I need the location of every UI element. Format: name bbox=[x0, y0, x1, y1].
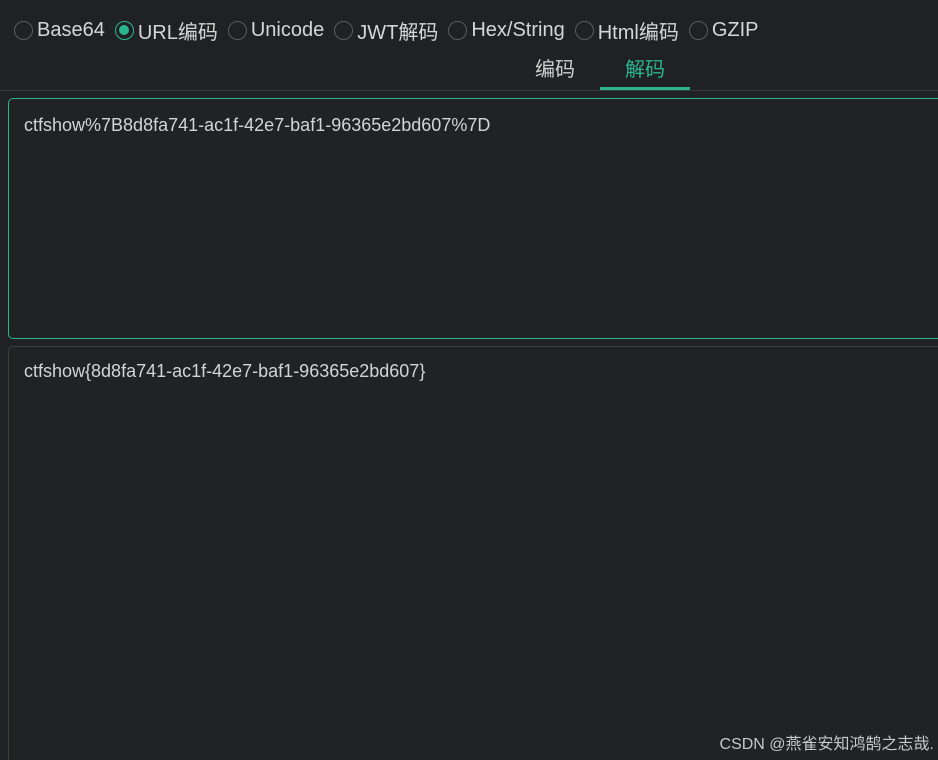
direction-tabs: 编码 解码 bbox=[510, 54, 690, 90]
radio-circle-icon[interactable] bbox=[574, 20, 594, 40]
radio-label: GZIP bbox=[711, 18, 759, 41]
radio-circle-icon[interactable] bbox=[334, 20, 354, 40]
radio-label: Html编码 bbox=[597, 21, 679, 44]
radio-url-encode[interactable]: URL编码 bbox=[114, 16, 218, 45]
radio-gzip[interactable]: GZIP bbox=[688, 18, 759, 42]
encoding-mode-radio-group: Base64 URL编码 Unicode JWT解码 Hex/String Ht… bbox=[14, 14, 769, 46]
radio-hex-string[interactable]: Hex/String bbox=[448, 18, 565, 42]
tab-decode[interactable]: 解码 bbox=[600, 54, 690, 90]
output-textarea[interactable]: ctfshow{8d8fa741-ac1f-42e7-baf1-96365e2b… bbox=[8, 346, 938, 760]
csdn-watermark: CSDN @燕雀安知鸿鹄之志哉. bbox=[719, 736, 934, 753]
radio-unicode[interactable]: Unicode bbox=[227, 18, 325, 42]
radio-label: Hex/String bbox=[471, 18, 565, 41]
input-text: ctfshow%7B8d8fa741-ac1f-42e7-baf1-96365e… bbox=[24, 115, 491, 135]
encoder-decoder-app: Base64 URL编码 Unicode JWT解码 Hex/String Ht… bbox=[0, 0, 938, 760]
radio-jwt-decode[interactable]: JWT解码 bbox=[334, 16, 438, 45]
radio-label: Unicode bbox=[250, 18, 325, 41]
radio-base64[interactable]: Base64 bbox=[14, 19, 105, 42]
radio-label: Base64 bbox=[37, 18, 105, 41]
output-text: ctfshow{8d8fa741-ac1f-42e7-baf1-96365e2b… bbox=[24, 361, 426, 381]
radio-circle-icon[interactable] bbox=[688, 20, 708, 40]
input-textarea[interactable]: ctfshow%7B8d8fa741-ac1f-42e7-baf1-96365e… bbox=[8, 98, 938, 339]
radio-label: JWT解码 bbox=[357, 21, 439, 44]
radio-circle-checked-icon[interactable] bbox=[114, 20, 134, 40]
tab-encode[interactable]: 编码 bbox=[510, 54, 600, 90]
radio-circle-icon[interactable] bbox=[448, 20, 468, 40]
radio-circle-icon[interactable] bbox=[14, 20, 33, 40]
radio-circle-icon[interactable] bbox=[227, 20, 247, 40]
tab-divider bbox=[0, 90, 938, 91]
radio-label: URL编码 bbox=[137, 21, 218, 44]
radio-html-encode[interactable]: Html编码 bbox=[574, 16, 679, 45]
